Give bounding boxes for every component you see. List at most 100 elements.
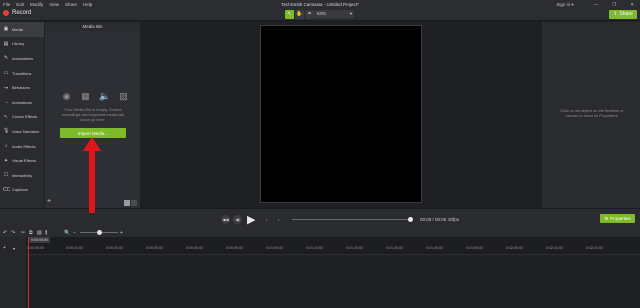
- view-toggle: [124, 200, 137, 206]
- record-label: Record: [12, 10, 32, 16]
- split-icon[interactable]: ⫼: [45, 230, 47, 236]
- canvas-area: [141, 22, 541, 208]
- sidebar-item-label: Interactivity: [12, 172, 33, 178]
- timeline: + ▾ 0:00:00;00 0:00:10;00 0:00:20;00 0:0…: [0, 237, 640, 308]
- ruler-tick: 0:01:30;00: [386, 246, 403, 250]
- sidebar-item-annotations[interactable]: ✎ Annotations: [0, 51, 44, 66]
- zoom-select[interactable]: 63% ▾: [314, 10, 354, 18]
- share-button[interactable]: ⇪ Share: [609, 9, 637, 19]
- paste-icon[interactable]: ▤: [37, 230, 42, 236]
- sidebar-item-captions[interactable]: CC Captions: [0, 183, 44, 198]
- animations-icon: →: [3, 99, 9, 106]
- sidebar-item-library[interactable]: ▤ Library: [0, 37, 44, 52]
- media-type-icons: ◉ ▦ 🔈 ▨: [61, 91, 129, 102]
- record-button[interactable]: Record: [3, 10, 31, 16]
- sidebar-item-label: Captions: [12, 187, 28, 193]
- menu-modify[interactable]: Modify: [30, 2, 43, 7]
- cut-icon[interactable]: ✂: [21, 230, 25, 236]
- ruler-tick: 0:01:40;00: [426, 246, 443, 250]
- pan-tool-icon[interactable]: ✋: [295, 9, 304, 19]
- scrub-handle[interactable]: [408, 216, 413, 222]
- next-icon[interactable]: ›: [274, 215, 283, 224]
- copy-icon[interactable]: ⧉: [29, 230, 33, 236]
- play-icon[interactable]: ▶: [247, 213, 255, 226]
- sidebar-item-animations[interactable]: → Animations: [0, 95, 44, 110]
- sidebar-item-label: Transitions: [12, 70, 32, 76]
- camtasia-window: File Edit Modify View Share Help TechSmi…: [0, 0, 640, 308]
- captions-icon: CC: [3, 186, 11, 193]
- zoom-out-icon[interactable]: −: [73, 230, 76, 236]
- sidebar-item-label: Audio Effects: [12, 143, 36, 149]
- record-icon: [3, 10, 9, 16]
- playhead-time[interactable]: 0:00:00;00: [29, 237, 50, 243]
- track-header: + ▾: [0, 237, 26, 308]
- sign-in-link[interactable]: Sign in ▾: [556, 2, 573, 8]
- menu-view[interactable]: View: [49, 2, 59, 7]
- share-icon: ⇪: [613, 11, 618, 17]
- timeline-zoom-handle[interactable]: [97, 230, 102, 235]
- sidebar-item-audio-effects[interactable]: ♪ Audio Effects: [0, 139, 44, 154]
- maximize-icon[interactable]: ❐: [612, 2, 616, 8]
- list-view-icon[interactable]: [131, 200, 137, 206]
- time-ruler[interactable]: 0:00:00;00 0:00:10;00 0:00:20;00 0:00:30…: [26, 245, 640, 253]
- canvas-preview[interactable]: [260, 25, 422, 203]
- close-icon[interactable]: ✕: [630, 2, 634, 8]
- ruler-tick: 0:01:50;00: [466, 246, 483, 250]
- ruler-tick: 0:01:20;00: [346, 246, 363, 250]
- grid-view-icon[interactable]: [124, 200, 130, 206]
- properties-panel: Click on an object on the timeline or ca…: [542, 22, 640, 208]
- window-title: TechSmith Camtasia - Untitled Project*: [281, 1, 359, 7]
- main-toolbar: Record ↖ ✋ ⌗ 63% ▾ ⇪ Share: [0, 8, 640, 21]
- zoom-in-icon[interactable]: +: [120, 230, 123, 236]
- ruler-tick: 0:01:10;00: [306, 246, 323, 250]
- minimize-icon[interactable]: —: [594, 2, 599, 8]
- sidebar-item-cursor-effects[interactable]: ↖ Cursor Effects: [0, 110, 44, 125]
- undo-icon[interactable]: ↶: [3, 230, 7, 236]
- timeline-toolbar: ↶ ↷ ✂ ⧉ ▤ ⫼ 🔍 − +: [0, 228, 640, 237]
- playhead-line[interactable]: [28, 237, 29, 308]
- arrow-shape: [83, 137, 101, 213]
- menu-help[interactable]: Help: [83, 2, 92, 7]
- scrub-track[interactable]: [292, 219, 410, 220]
- share-label: Share: [619, 11, 633, 17]
- sidebar-item-interactivity[interactable]: ☐ Interactivity: [0, 168, 44, 183]
- ruler-tick: 0:00:30;00: [146, 246, 163, 250]
- sidebar-item-transitions[interactable]: ▭ Transitions: [0, 66, 44, 81]
- collapse-icon[interactable]: ▾: [13, 246, 15, 251]
- sidebar-item-voice-narration[interactable]: 🎙 Voice Narration: [0, 124, 44, 139]
- ruler-tick: 0:00:40;00: [186, 246, 203, 250]
- previous-frame-icon[interactable]: ◀|: [233, 215, 242, 224]
- library-icon: ▤: [3, 40, 9, 47]
- properties-button-label: Properties: [610, 216, 631, 221]
- recording-icon: ◉: [62, 91, 71, 101]
- visual-effects-icon: ✦: [3, 157, 9, 164]
- menu-edit[interactable]: Edit: [16, 2, 24, 7]
- previous-icon[interactable]: ‹: [262, 215, 271, 224]
- properties-button[interactable]: ⚙ Properties: [600, 214, 635, 223]
- select-tool-icon[interactable]: ↖: [285, 9, 294, 19]
- track-1[interactable]: [26, 254, 640, 308]
- sidebar-item-media[interactable]: ▣ Media: [0, 22, 44, 37]
- properties-empty-text: Click on an object on the timeline or ca…: [560, 108, 624, 118]
- menu-file[interactable]: File: [3, 2, 10, 7]
- sidebar-item-visual-effects[interactable]: ✦ Visual Effects: [0, 153, 44, 168]
- audio-effects-icon: ♪: [4, 143, 8, 150]
- fps-label: 30fps: [448, 216, 460, 222]
- timecode: 00:00 / 00:00: [420, 216, 447, 222]
- ruler-tick: 0:00:20;00: [106, 246, 123, 250]
- redo-icon[interactable]: ↷: [11, 230, 15, 236]
- media-icon: ▣: [3, 26, 9, 33]
- ruler-tick: 0:00:10;00: [66, 246, 83, 250]
- cursor-effects-icon: ↖: [3, 113, 9, 120]
- sidebar-item-behaviors[interactable]: ↝ Behaviors: [0, 80, 44, 95]
- sidebar-item-label: Library: [12, 41, 25, 47]
- add-media-icon[interactable]: +: [47, 198, 51, 205]
- zoom-search-icon[interactable]: 🔍: [64, 230, 70, 236]
- microphone-icon: 🎙: [3, 128, 10, 135]
- ruler-tick: 0:02:10;00: [546, 246, 563, 250]
- crop-tool-icon[interactable]: ⌗: [305, 9, 314, 19]
- step-back-icon[interactable]: ◀◀: [221, 215, 230, 224]
- audio-icon: 🔈: [99, 91, 111, 101]
- menu-share[interactable]: Share: [65, 2, 77, 7]
- add-track-icon[interactable]: +: [3, 245, 6, 251]
